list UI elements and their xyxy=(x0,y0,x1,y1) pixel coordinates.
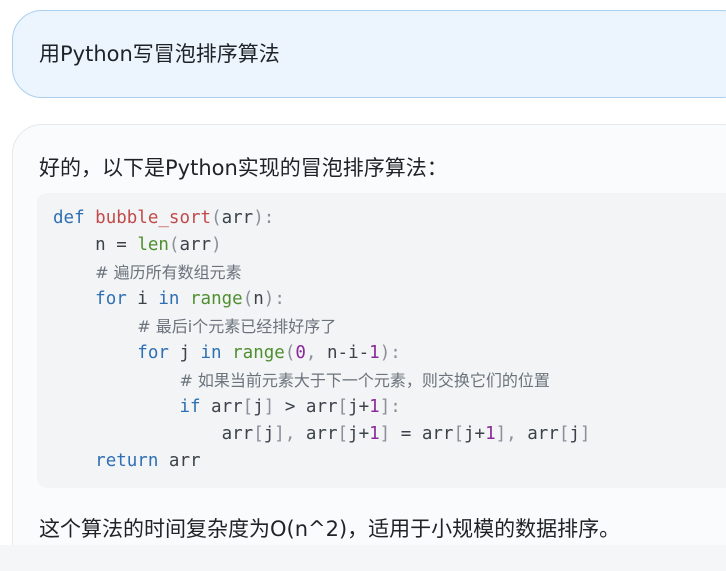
code-token: ] xyxy=(263,397,275,417)
code-token: arr xyxy=(305,397,338,417)
code-token: [ xyxy=(453,424,464,444)
code-token: ] xyxy=(579,424,591,444)
code-token: ( xyxy=(211,208,222,228)
code-token: [ xyxy=(242,397,254,417)
code-token: 0 xyxy=(295,343,306,363)
code-token: range xyxy=(190,289,243,309)
code-token: range xyxy=(232,343,285,363)
code-token: j+ xyxy=(463,424,486,444)
code-token: = xyxy=(390,424,422,444)
code-token: ], xyxy=(495,424,528,444)
code-token: arr xyxy=(421,424,454,444)
code-token: [ xyxy=(558,424,570,444)
code-token: j+ xyxy=(348,397,370,417)
code-line: if arr[j] > arr[j+1]: xyxy=(53,394,590,421)
code-token: arr xyxy=(305,424,338,444)
code-token: ): xyxy=(253,208,275,228)
code-token: > xyxy=(274,397,306,417)
assistant-intro-text: 好的，以下是Python实现的冒泡排序算法： xyxy=(39,156,448,180)
code-token: ( xyxy=(242,289,254,309)
code-line: def bubble_sort(arr): xyxy=(53,205,590,232)
code-token: if xyxy=(179,397,201,417)
code-token: ): xyxy=(379,343,401,363)
code-block: def bubble_sort(arr): n = len(arr) # 遍历所… xyxy=(37,193,726,488)
code-token: in xyxy=(158,289,180,309)
code-token: arr xyxy=(158,451,201,471)
code-token: # 最后i个元素已经排好序了 xyxy=(137,317,337,336)
code-token: i xyxy=(126,289,159,309)
code-token: ] xyxy=(379,424,391,444)
code-line: # 遍历所有数组元素 xyxy=(53,259,590,286)
code-token: [ xyxy=(253,424,264,444)
code-token: ]: xyxy=(379,397,401,417)
code-token: n xyxy=(95,235,106,255)
code-token: , xyxy=(305,343,327,363)
code-token: 1 xyxy=(369,424,380,444)
code-token: ( xyxy=(168,235,180,255)
code-token: = xyxy=(105,235,138,255)
code-line: return arr xyxy=(53,448,590,475)
code-token: 1 xyxy=(369,397,380,417)
chat-viewport: 用Python写冒泡排序算法 好的，以下是Python实现的冒泡排序算法： de… xyxy=(0,0,726,571)
code-line: for j in range(0, n-i-1): xyxy=(53,340,590,367)
code-token: # 如果当前元素大于下一个元素，则交换它们的位置 xyxy=(179,371,550,390)
code-token: ): xyxy=(263,289,285,309)
user-message-text: 用Python写冒泡排序算法 xyxy=(39,42,280,66)
code-token: return xyxy=(95,451,159,471)
code-token: n xyxy=(253,289,264,309)
code-line: arr[j], arr[j+1] = arr[j+1], arr[j] xyxy=(53,421,591,448)
code-token: j xyxy=(263,424,275,444)
code-token: ) xyxy=(211,235,222,255)
code-token: n-i- xyxy=(327,343,370,363)
code-token: arr xyxy=(221,424,254,444)
code-token: [ xyxy=(337,397,349,417)
code-line: # 如果当前元素大于下一个元素，则交换它们的位置 xyxy=(53,367,590,394)
code-token: 1 xyxy=(485,424,496,444)
user-message-bubble: 用Python写冒泡排序算法 xyxy=(12,10,726,98)
code-token: 1 xyxy=(369,343,380,363)
code-token: arr xyxy=(200,397,243,417)
code-line: n = len(arr) xyxy=(53,232,590,259)
assistant-summary-text: 这个算法的时间复杂度为O(n^2)，适用于小规模的数据排序。 xyxy=(39,517,621,541)
code-token: ], xyxy=(274,424,306,444)
code-token: arr xyxy=(527,424,559,444)
code-token: for xyxy=(137,343,169,363)
code-line: # 最后i个元素已经排好序了 xyxy=(53,313,590,340)
code-token: j xyxy=(168,343,201,363)
code-token: # 遍历所有数组元素 xyxy=(95,263,242,282)
code-token: arr xyxy=(179,235,212,255)
code-token: bubble_sort xyxy=(95,208,212,228)
code-token: [ xyxy=(337,424,349,444)
code-token: for xyxy=(95,289,127,309)
code-token: arr xyxy=(221,208,254,228)
code-token: j xyxy=(253,397,264,417)
code-token: j+ xyxy=(348,424,370,444)
code-line: for i in range(n): xyxy=(53,286,590,313)
code-token: def xyxy=(53,208,85,228)
assistant-message-card: 好的，以下是Python实现的冒泡排序算法： def bubble_sort(a… xyxy=(12,124,726,571)
code-token: j xyxy=(569,424,580,444)
code-token: len xyxy=(137,235,169,255)
code-lines: def bubble_sort(arr): n = len(arr) # 遍历所… xyxy=(53,205,590,475)
bottom-strip xyxy=(0,545,726,571)
code-token: ( xyxy=(284,343,296,363)
code-token: in xyxy=(200,343,222,363)
